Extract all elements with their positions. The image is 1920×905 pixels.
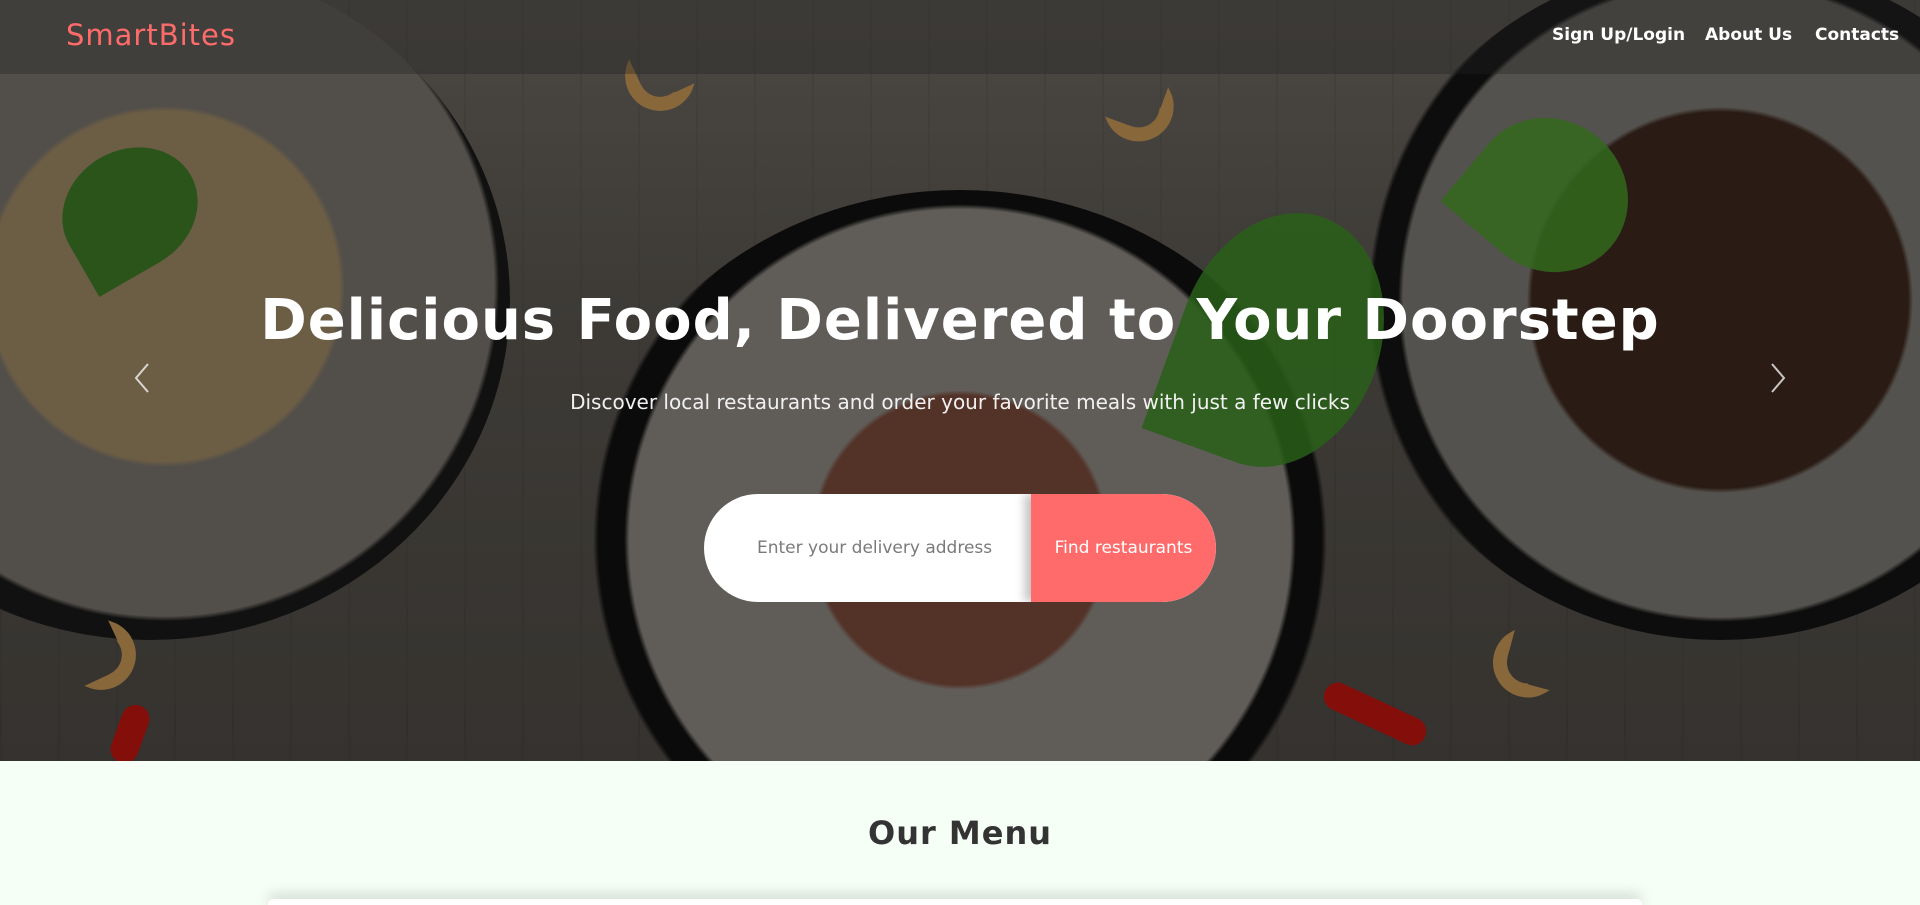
brand-logo[interactable]: SmartBites — [66, 18, 236, 52]
nav-link-about-us[interactable]: About Us — [1705, 25, 1792, 45]
hero-dark-overlay — [0, 0, 1920, 761]
top-navbar: SmartBites Sign Up/Login About Us Contac… — [0, 0, 1920, 74]
address-search-form: Find restaurants — [704, 494, 1216, 602]
find-restaurants-button[interactable]: Find restaurants — [1031, 494, 1216, 602]
hero-title: Delicious Food, Delivered to Your Doorst… — [260, 288, 1660, 353]
hero-section: SmartBites Sign Up/Login About Us Contac… — [0, 0, 1920, 761]
menu-section: Our Menu — [0, 761, 1920, 905]
nav-link-contacts[interactable]: Contacts — [1815, 25, 1899, 45]
nav-link-signup-login[interactable]: Sign Up/Login — [1552, 25, 1685, 45]
delivery-address-input[interactable] — [704, 494, 1032, 602]
hero-subtitle: Discover local restaurants and order you… — [570, 390, 1350, 414]
menu-section-title: Our Menu — [867, 814, 1052, 852]
menu-card — [268, 899, 1642, 905]
